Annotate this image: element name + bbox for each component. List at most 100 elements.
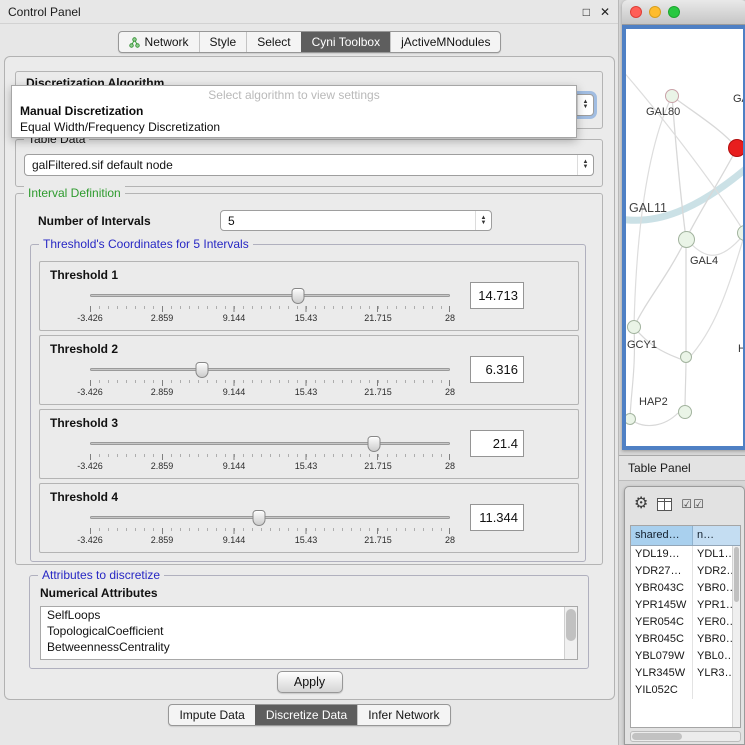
tab-select[interactable]: Select [246,32,300,52]
cell-shared-name[interactable]: YLR345W [631,665,693,682]
close-traffic-light-icon[interactable] [630,6,642,18]
network-node[interactable] [678,405,692,419]
table-row[interactable]: YDR27…YDR2… [631,563,740,580]
attributes-group-title: Attributes to discretize [38,568,164,582]
select-columns-icon[interactable]: ☑☑ [681,497,705,511]
thresholds-group-title: Threshold's Coordinates for 5 Intervals [39,237,253,251]
apply-button[interactable]: Apply [277,671,343,693]
cell-shared-name[interactable]: YIL052C [631,682,693,699]
threshold-label: Threshold 2 [50,342,118,356]
tab-impute-data-label: Impute Data [179,708,244,722]
tab-network[interactable]: Network [119,32,199,52]
dropdown-prompt-item: Select algorithm to view settings [12,88,576,103]
table-data-combobox[interactable]: galFiltered.sif default node ▲▼ [24,154,594,176]
columns-icon[interactable] [657,498,672,511]
network-canvas[interactable]: GAL80 GA GAL11 GAL4 GCY1 H HAP2 [626,29,743,446]
threshold-2-slider[interactable] [90,362,450,378]
tab-jactivemodules[interactable]: jActiveMNodules [390,32,500,52]
cell-shared-name[interactable]: YER054C [631,614,693,631]
cell-shared-name[interactable]: YDL19… [631,546,693,563]
cell-shared-name[interactable]: YDR27… [631,563,693,580]
table-row[interactable]: YBL079WYBL0… [631,648,740,665]
zoom-traffic-light-icon[interactable] [668,6,680,18]
attributes-listbox[interactable]: SelfLoops TopologicalCoefficient Between… [40,606,578,660]
table-row[interactable]: YLR345WYLR3… [631,665,740,682]
tab-infer-network[interactable]: Infer Network [357,705,449,725]
table-vertical-scrollbar[interactable] [732,546,740,727]
network-node[interactable] [680,351,692,363]
table-horizontal-scrollbar[interactable] [630,731,741,742]
cell-shared-name[interactable]: YBR043C [631,580,693,597]
tab-select-label: Select [257,35,290,49]
scrollbar-thumb[interactable] [566,609,576,641]
number-of-intervals-combobox[interactable]: 5 ▲▼ [220,210,492,231]
scale-tick-label: 28 [445,461,455,471]
threshold-label: Threshold 3 [50,416,118,430]
network-view-frame: GAL80 GA GAL11 GAL4 GCY1 H HAP2 [622,25,745,450]
table-row[interactable]: YBR045CYBR0… [631,631,740,648]
tab-impute-data[interactable]: Impute Data [169,705,254,725]
table-row[interactable]: YIL052C [631,682,740,699]
scale-tick-label: 2.859 [151,461,174,471]
list-item-betweennesscentrality[interactable]: BetweennessCentrality [41,639,577,655]
network-node-label: GCY1 [627,339,657,351]
number-of-intervals-value: 5 [228,214,235,228]
column-header-name[interactable]: n… [693,526,740,545]
network-view-window: GAL80 GA GAL11 GAL4 GCY1 H HAP2 [622,0,745,450]
cell-shared-name[interactable]: YBR045C [631,631,693,648]
slider-track[interactable] [90,294,450,297]
gear-icon[interactable]: ⚙ [634,496,648,512]
threshold-1-value-field[interactable]: 14.713 [470,282,524,309]
slider-track[interactable] [90,516,450,519]
dropdown-option-manual-discretization[interactable]: Manual Discretization [12,103,576,119]
control-panel-titlebar: Control Panel □ ✕ [0,0,618,24]
tab-jactivemodules-label: jActiveMNodules [401,35,490,49]
tab-style-label: Style [210,35,237,49]
close-panel-icon[interactable]: ✕ [600,5,610,19]
list-item-selfloops[interactable]: SelfLoops [41,607,577,623]
slider-track[interactable] [90,442,450,445]
tab-cyni-toolbox[interactable]: Cyni Toolbox [301,32,390,52]
table-row[interactable]: YDL19…YDL1… [631,546,740,563]
tab-discretize-data[interactable]: Discretize Data [255,705,357,725]
threshold-2-value-field[interactable]: 6.316 [470,356,524,383]
slider-thumb[interactable] [195,362,208,378]
interval-definition-group: Interval Definition Number of Intervals … [15,193,603,565]
threshold-4-slider[interactable] [90,510,450,526]
scrollbar-thumb[interactable] [632,733,682,740]
tab-infer-network-label: Infer Network [368,708,439,722]
float-window-icon[interactable]: □ [583,5,590,19]
network-node-highlighted[interactable] [728,139,743,157]
slider-thumb[interactable] [368,436,381,452]
threshold-3-panel: Threshold 3 -3.426 2.859 9.144 15.43 21.… [39,409,579,479]
threshold-3-value-field[interactable]: 21.4 [470,430,524,457]
threshold-4-value-field[interactable]: 11.344 [470,504,524,531]
column-header-shared-name[interactable]: shared… [631,526,693,545]
list-scrollbar[interactable] [564,607,577,659]
scale-tick-label: 15.43 [295,313,318,323]
cell-shared-name[interactable]: YBL079W [631,648,693,665]
table-row[interactable]: YPR145WYPR1… [631,597,740,614]
network-node-gcy1[interactable] [627,320,641,334]
slider-track[interactable] [90,368,450,371]
scale-tick-label: -3.426 [77,535,103,545]
network-node-gal80[interactable] [665,89,679,103]
right-dock: GAL80 GA GAL11 GAL4 GCY1 H HAP2 [619,0,745,745]
tab-style[interactable]: Style [199,32,247,52]
threshold-1-slider[interactable] [90,288,450,304]
slider-thumb[interactable] [253,510,266,526]
scrollbar-thumb[interactable] [734,547,739,602]
slider-thumb[interactable] [291,288,304,304]
cell-shared-name[interactable]: YPR145W [631,597,693,614]
minimize-traffic-light-icon[interactable] [649,6,661,18]
network-node-gal4[interactable] [678,231,695,248]
table-row[interactable]: YBR043CYBR0… [631,580,740,597]
dropdown-option-equal-width[interactable]: Equal Width/Frequency Discretization [12,119,576,135]
slider-tick-marks [90,306,450,312]
list-item-topologicalcoefficient[interactable]: TopologicalCoefficient [41,623,577,639]
table-row[interactable]: YER054CYER0… [631,614,740,631]
scale-tick-label: 9.144 [223,461,246,471]
slider-scale: -3.426 2.859 9.144 15.43 21.715 28 [90,461,450,471]
scale-tick-label: 28 [445,387,455,397]
threshold-3-slider[interactable] [90,436,450,452]
